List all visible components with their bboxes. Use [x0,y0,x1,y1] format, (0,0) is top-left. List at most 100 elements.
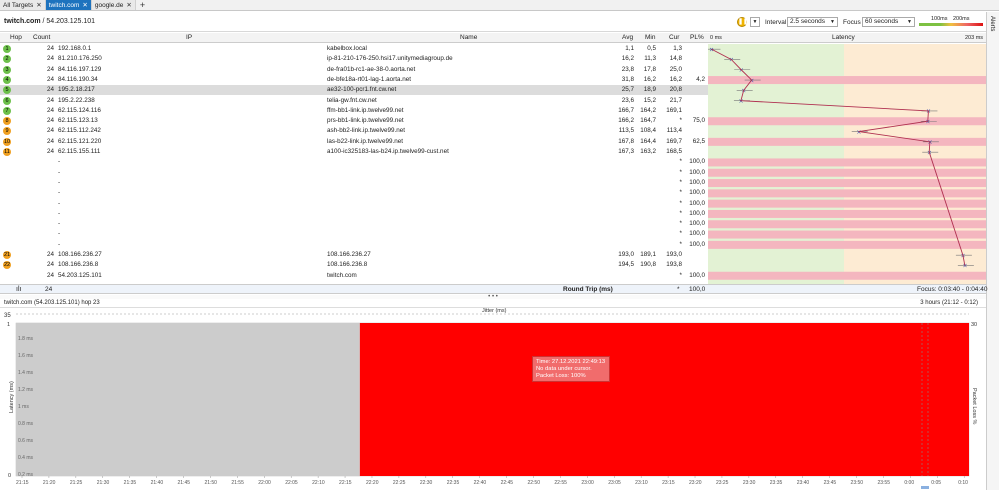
timeline-chart[interactable]: 35 Jitter (ms) 1.8 ms 1.6 ms 1.4 ms 1.2 ms 1 m… [0,308,986,490]
table-row[interactable]: - * 100,0 [0,157,708,167]
cell-ip: - [58,220,61,228]
table-row[interactable]: 22 24 108.166.236.8 108.166.236.8 194,5 190,8… [0,260,708,270]
cell-cur: 193,8 [666,261,682,269]
col-ip[interactable]: IP [186,33,192,43]
time-cursor-handle [921,486,929,489]
table-row[interactable]: 1 24 192.168.0.1 kabelbox.local 1,1 0,5 1,3 [0,44,708,54]
cell-ip: 84.116.190.34 [58,75,98,83]
add-tab-icon[interactable]: + [136,0,149,10]
table-row[interactable]: 6 24 195.2.22.238 telia-gw.fnt.cw.net 23,6 15… [0,96,708,106]
cell-hop: 2 [3,54,13,64]
cell-count: 24 [46,75,54,83]
tab-bar: All Targets ✕ twitch.com ✕ google.de ✕ + [0,0,999,11]
table-row[interactable]: - * 100,0 [0,229,708,239]
y-tick-label: 1.4 ms [18,370,34,376]
table-row[interactable]: 21 24 108.166.236.27 108.166.236.27 193,0 189… [0,250,708,260]
cell-min: 189,1 [640,251,656,258]
x-tick-label: 23:55 [877,480,890,486]
table-row[interactable]: 8 24 62.115.123.13 prs-bb1-link.ip.twelve99… [0,116,708,126]
col-avg[interactable]: Avg [622,33,633,43]
col-min[interactable]: Min [645,33,655,43]
summary-pl: 100,0 [689,286,706,293]
table-row[interactable]: - * 100,0 [0,199,708,209]
cell-cur: 16,2 [669,75,682,83]
table-row[interactable]: - * 100,0 [0,209,708,219]
table-row[interactable]: - * 100,0 [0,188,708,198]
packet-loss-band [708,168,986,177]
cell-ip: - [58,158,61,166]
col-pl[interactable]: PL% [690,33,704,43]
cell-pl: 100,0 [689,240,705,248]
y2-axis-label: Packet Loss % [971,388,977,424]
close-icon[interactable]: ✕ [82,1,87,9]
table-row[interactable]: - * 100,0 [0,219,708,229]
y-tick-label: 0.4 ms [18,455,34,461]
interval-select[interactable]: 2.5 seconds ▼ [787,17,838,27]
cell-cur: * [679,178,682,186]
table-row[interactable]: 24 54.203.125.101 twitch.com * 100,0 [0,271,708,281]
cell-hop: 11 [3,147,13,157]
col-hop[interactable]: Hop [10,33,22,43]
cell-hop: 7 [3,106,13,116]
cell-avg: 193,0 [618,251,634,258]
y-tick-label: 1 ms [18,404,29,410]
x-tick-label: 21:40 [151,480,164,486]
close-icon[interactable]: ✕ [126,1,131,9]
cell-ip: 54.203.125.101 [58,271,102,279]
cell-ip: - [58,240,61,248]
pause-button[interactable]: ❚❚ [737,17,748,27]
tab-all-targets[interactable]: All Targets ✕ [0,0,46,10]
cell-count: 24 [46,96,54,104]
cell-cur: * [679,199,682,207]
timeline-range[interactable]: 3 hours (21:12 - 0:12) [920,299,978,308]
cell-pl: 100,0 [689,230,705,238]
cell-min: 0,5 [647,45,656,52]
table-row[interactable]: - * 100,0 [0,168,708,178]
cell-min: 15,2 [643,96,656,104]
table-row[interactable]: 2 24 81.210.176.250 ip-81-210-176-250.hsi17… [0,54,708,64]
col-count[interactable]: Count [33,33,50,43]
table-row[interactable]: 7 24 62.115.124.116 ffm-bb1-link.ip.twelve9… [0,106,708,116]
table-row[interactable]: 10 24 62.115.121.220 las-b22-link.ip.twelve… [0,137,708,147]
timeline-header: twitch.com (54.203.125.101) hop 23 3 hou… [0,299,986,308]
cell-cur: 169,7 [666,137,682,145]
tab-google[interactable]: google.de ✕ [91,0,136,10]
col-name[interactable]: Name [460,33,477,43]
cell-count: 24 [46,65,54,73]
focus-value: 60 seconds [865,18,899,25]
hop-badge: 10 [3,137,11,146]
cell-pl: 100,0 [689,158,705,166]
cell-avg: 25,7 [621,86,634,94]
table-row[interactable]: 11 24 62.115.155.111 a100-ic325183-las-b24.… [0,147,708,157]
table-row[interactable]: - * 100,0 [0,240,708,250]
packet-loss-band [708,137,986,146]
table-row[interactable]: 4 24 84.116.190.34 de-bfe18a-rt01-lag-1.aor… [0,75,708,85]
cell-count: 24 [46,55,54,63]
table-row[interactable]: 5 24 195.2.18.217 ae32-100-pcr1.fnt.cw.net 2… [0,85,708,96]
table-row[interactable]: - * 100,0 [0,178,708,188]
packet-loss-band [708,230,986,239]
hop-badge: 22 [3,261,11,270]
chevron-down-icon[interactable]: ▼ [750,17,760,27]
cell-cur: * [679,209,682,217]
table-row[interactable]: 3 24 84.116.197.129 de-fra01b-rc1-ae-38-0.a… [0,65,708,75]
alerts-panel-tab[interactable]: Alerts [986,12,999,490]
cell-ip: 108.166.236.27 [58,251,102,258]
focus-select[interactable]: 60 seconds ▼ [862,17,915,27]
cell-pl: 100,0 [689,220,705,228]
cell-count: 24 [46,45,54,52]
tab-label: All Targets [3,1,34,9]
hop-badge: 21 [3,251,11,259]
target-ip: 54.203.125.101 [46,18,96,25]
x-tick-label: 22:30 [420,480,433,486]
cell-pl: 75,0 [692,117,705,125]
cell-name: 108.166.236.8 [327,261,368,269]
cell-cur: 20,8 [669,86,682,94]
table-row[interactable]: 9 24 62.115.112.242 ash-bb2-link.ip.twelve9… [0,126,708,136]
tab-twitch[interactable]: twitch.com ✕ [45,0,92,10]
cell-hop: 8 [3,116,13,126]
hop-badge: 4 [3,75,11,84]
close-icon[interactable]: ✕ [36,1,41,9]
col-cur[interactable]: Cur [669,33,679,43]
x-tick-label: 23:20 [689,480,702,486]
